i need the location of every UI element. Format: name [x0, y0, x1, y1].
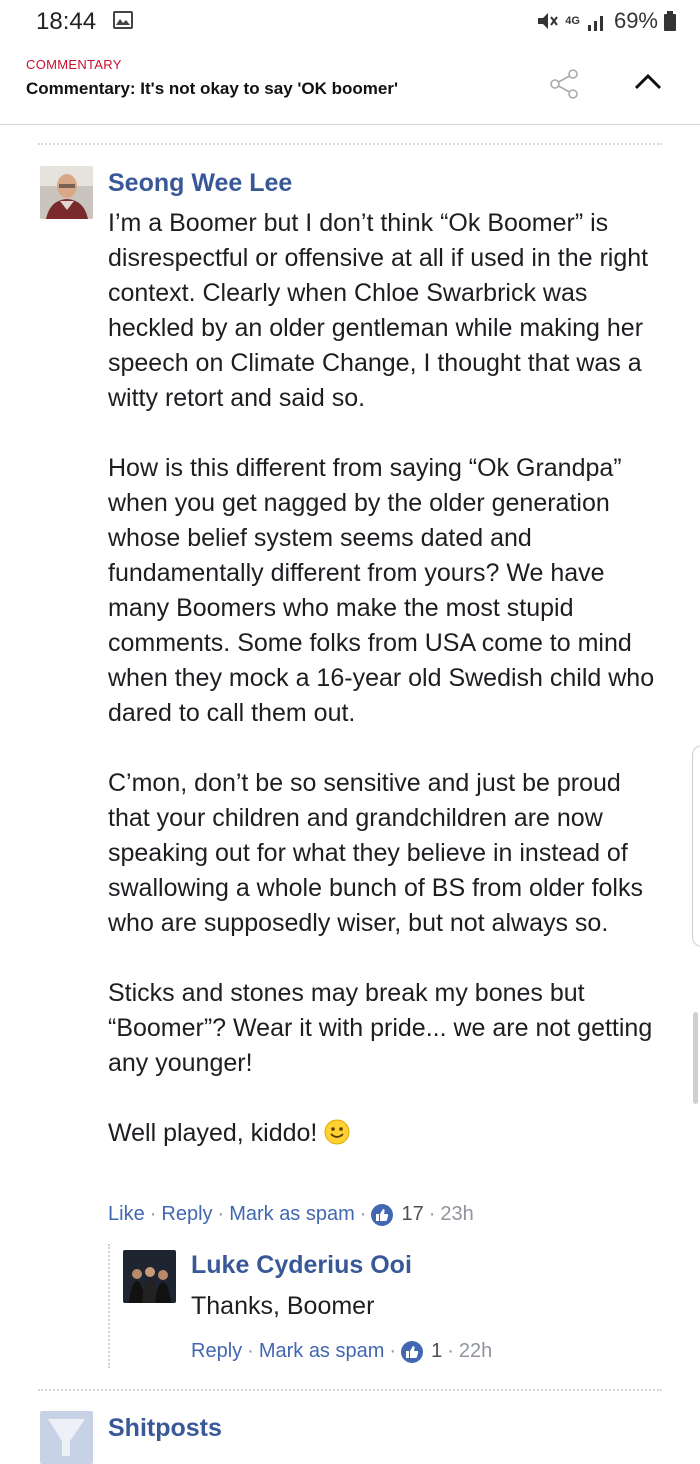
signal-icon — [587, 16, 603, 31]
header-divider — [0, 124, 700, 125]
mark-as-spam-link[interactable]: Mark as spam — [259, 1340, 385, 1363]
smiley-icon — [324, 1119, 350, 1145]
avatar[interactable] — [40, 166, 93, 219]
comment-paragraph: Well played, kiddo! — [108, 1119, 318, 1147]
scroll-handle[interactable] — [692, 745, 700, 947]
network-label: 4G — [565, 15, 580, 27]
like-link[interactable]: Like — [108, 1203, 145, 1226]
reply-link[interactable]: Reply — [161, 1203, 212, 1226]
reply-thread-line — [108, 1244, 110, 1368]
separator: · — [359, 1203, 367, 1225]
mute-icon — [538, 13, 559, 29]
battery-percent: 69% — [613, 8, 658, 33]
avatar[interactable] — [123, 1250, 176, 1303]
comment-paragraph: How is this different from saying “Ok Gr… — [108, 454, 655, 727]
share-icon[interactable] — [548, 68, 580, 100]
battery-icon — [664, 11, 676, 31]
comment-paragraph: Sticks and stones may break my bones but… — [108, 979, 653, 1077]
mark-as-spam-link[interactable]: Mark as spam — [229, 1203, 355, 1226]
separator: · — [247, 1340, 254, 1362]
separator: · — [217, 1203, 225, 1225]
comment-paragraph: C’mon, don’t be so sensitive and just be… — [108, 769, 643, 937]
thumbs-up-icon — [371, 1203, 394, 1226]
reply-body: Thanks, Boomer — [191, 1292, 375, 1320]
comment-actions: Like · Reply · Mark as spam · 17 · 23h — [108, 1203, 474, 1226]
reply-actions: Reply · Mark as spam · 1 · 22h — [191, 1340, 492, 1363]
comment-paragraph-last: Well played, kiddo! — [108, 1116, 668, 1151]
reply-author-name[interactable]: Luke Cyderius Ooi — [191, 1251, 412, 1280]
chevron-up-icon[interactable] — [634, 72, 662, 90]
separator: · — [389, 1340, 397, 1362]
avatar[interactable] — [40, 1411, 93, 1464]
section-label[interactable]: COMMENTARY — [26, 57, 122, 72]
comment-timestamp[interactable]: 23h — [440, 1203, 473, 1226]
separator: · — [428, 1203, 436, 1225]
status-bar: 18:44 4G 69% — [0, 0, 700, 44]
status-icons: 4G 69% — [535, 8, 676, 34]
reply-link[interactable]: Reply — [191, 1340, 242, 1363]
comment-body: I’m a Boomer but I don’t think “Ok Boome… — [108, 206, 668, 1151]
like-count: 17 — [401, 1203, 424, 1225]
article-title[interactable]: Commentary: It's not okay to say 'OK boo… — [26, 79, 398, 99]
scrollbar-thumb[interactable] — [693, 1012, 698, 1104]
reply-timestamp[interactable]: 22h — [459, 1340, 492, 1363]
status-time: 18:44 — [36, 8, 97, 35]
comment-paragraph: I’m a Boomer but I don’t think “Ok Boome… — [108, 209, 649, 412]
comment-divider — [38, 1389, 662, 1391]
like-count: 1 — [431, 1340, 443, 1362]
separator: · — [149, 1203, 157, 1225]
article-header: COMMENTARY Commentary: It's not okay to … — [0, 48, 700, 126]
comments-top-divider — [38, 143, 662, 145]
image-icon — [113, 11, 133, 29]
commenter-name[interactable]: Seong Wee Lee — [108, 169, 292, 198]
thumbs-up-icon — [401, 1340, 424, 1363]
separator: · — [447, 1340, 454, 1362]
